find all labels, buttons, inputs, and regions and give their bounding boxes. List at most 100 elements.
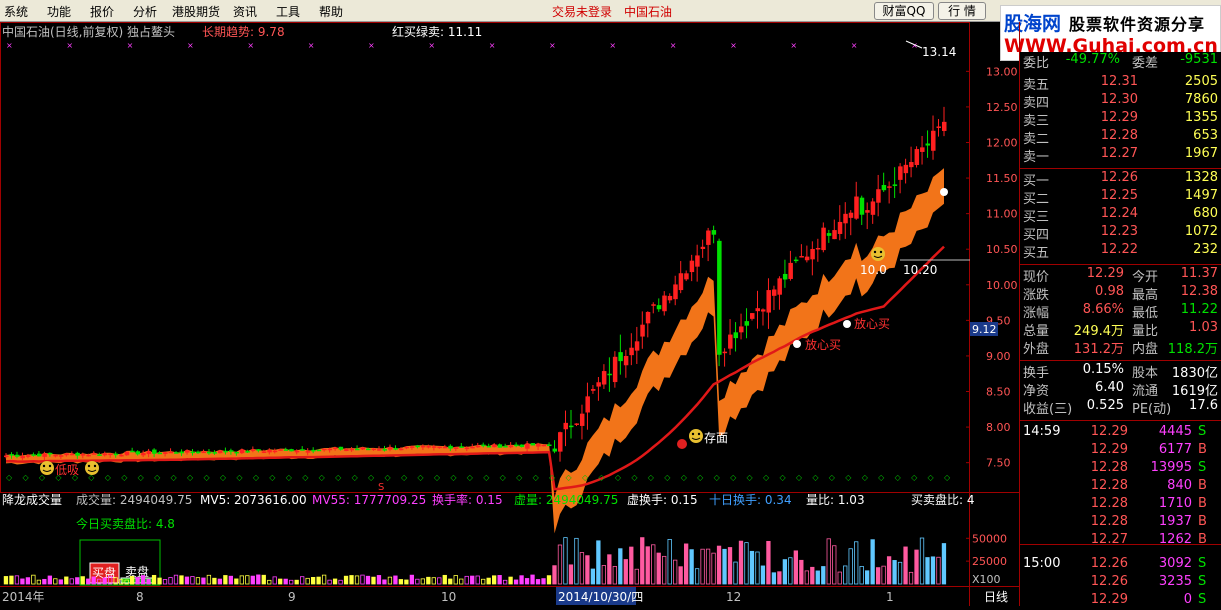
volume-bar [245,575,250,585]
tick-row: 12.29 6177 B [1020,442,1221,460]
sell-2-row[interactable]: 卖二 12.28 653 [1020,128,1221,147]
sell-level-volume: 1355 [1184,110,1218,125]
volume-bar [31,574,36,585]
stat-row: 收益(三) 0.525 PE(动) 17.6 [1020,398,1221,417]
volume-bar [25,577,31,585]
candle-body [821,227,826,251]
menu-system[interactable]: 系统 [4,3,28,20]
sell-level-price: 12.29 [1100,110,1138,125]
volume-bar [256,574,261,585]
volume-bar [689,549,694,585]
candle-body [349,448,355,451]
volume-bar [343,575,349,585]
volume-bar [563,537,568,585]
volume-bar [470,575,475,585]
tick-volume: 1937 [1158,514,1192,529]
candle-body [415,445,420,448]
candle-body [848,212,854,218]
candle-body [640,324,645,337]
cursor-price: 9.12 [972,323,997,336]
sell-3-row[interactable]: 卖三 12.29 1355 [1020,110,1221,129]
tick-price: 12.29 [1090,592,1128,607]
candle-body [508,445,514,448]
volume-bar [464,575,469,585]
tick-volume: 3092 [1158,556,1192,571]
volume-bar [58,579,63,585]
candle-body [420,445,426,448]
candle-body [898,166,903,180]
menu-quote[interactable]: 报价 [90,3,114,20]
stat-value: 0.15% [1082,362,1124,377]
stat-value: 12.38 [1180,284,1218,299]
candle-body [278,449,283,451]
candle-body [80,454,86,456]
stat-label: 量比 [1132,324,1159,339]
volume-bar [826,538,831,585]
volume-bar [727,547,733,585]
volume-bar [875,567,881,585]
buy-level-label: 买五 [1023,246,1050,261]
volume-bar [157,577,162,585]
bottom-marker: ◇ [681,473,688,482]
logo-slogan: 股票软件资源分享 [1069,15,1206,34]
menu-analysis[interactable]: 分析 [133,3,157,20]
price-tick-label: 13.00 [986,65,1018,78]
volume-header-item-2: MV55: 1777709.25 [312,493,426,507]
candle-body [283,449,289,451]
volume-bar [678,566,683,585]
menu-tools[interactable]: 工具 [276,3,300,20]
tick-side: B [1198,442,1207,457]
stat-row: 涨幅 8.66% 最低 11.22 [1020,302,1221,321]
buy-5-row[interactable]: 买五 12.22 232 [1020,242,1221,261]
volume-bar [810,566,815,585]
buy-1-row[interactable]: 买一 12.26 1328 [1020,170,1221,189]
volume-bar [321,574,327,585]
stat-value: 131.2万 [1073,342,1124,357]
date-label-0: 2014年 [2,590,45,604]
menu-function[interactable]: 功能 [47,3,71,20]
candle-body [25,455,31,457]
buy-3-row[interactable]: 买三 12.24 680 [1020,206,1221,225]
wealth-qq-button[interactable]: 财富QQ [874,2,934,20]
sell-1-row[interactable]: 卖一 12.27 1967 [1020,146,1221,165]
stat-label: 换手 [1023,366,1050,381]
tick-row: 12.26 3235 S [1020,574,1221,592]
sell-4-row[interactable]: 卖四 12.30 7860 [1020,92,1221,111]
candle-body [541,444,547,447]
volume-bar [393,575,398,585]
volume-bar [870,539,875,585]
stat-label: 总量 [1023,324,1050,339]
candle-body [113,453,119,456]
top-marker: × [609,41,616,50]
buy-2-row[interactable]: 买二 12.25 1497 [1020,188,1221,207]
sell-5-row[interactable]: 卖五 12.31 2505 [1020,74,1221,93]
bottom-marker: ◇ [615,473,622,482]
candle-body [91,453,97,455]
volume-bar [409,574,415,585]
menu-news[interactable]: 资讯 [233,3,257,20]
menu-help[interactable]: 帮助 [319,3,343,20]
login-status[interactable]: 交易未登录 [552,3,612,20]
volume-bar [738,540,744,585]
volume-bar [508,576,513,585]
candle-body [124,451,130,456]
top-marker: × [549,41,556,50]
top-marker: × [730,41,737,50]
bottom-marker: ◇ [121,473,128,482]
candle-body [261,451,267,453]
volume-bar [930,556,936,585]
volume-bar [634,568,639,585]
volume-bar [491,575,497,585]
candle-body [14,454,20,457]
buy-4-row[interactable]: 买四 12.23 1072 [1020,224,1221,243]
buy-level-price: 12.26 [1100,170,1138,185]
bottom-marker: ◇ [730,473,737,482]
quote-button[interactable]: 行 情 [938,2,986,20]
candle-body [552,448,558,452]
candle-body [9,454,14,456]
candle-body [206,451,212,454]
volume-bar [843,565,848,585]
kline-chart[interactable]: 中国石油(日线,前复权) 独占鳌头 长期趋势: 9.78 红买绿卖: 11.11… [0,22,1020,606]
menu-hk-futures[interactable]: 港股期货 [172,3,220,20]
volume-unit: X100 [972,573,1001,586]
